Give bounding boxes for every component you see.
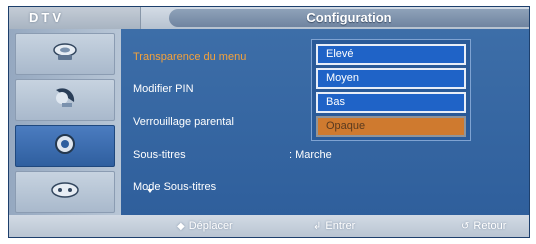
hint-move-label: Déplacer (188, 220, 233, 232)
hint-return-label: Retour (473, 220, 507, 232)
option-medium[interactable]: Moyen (316, 68, 466, 89)
hint-move: ◆ Déplacer (177, 220, 233, 232)
return-icon: ↺ (461, 220, 470, 232)
sidebar-item-satellite[interactable] (15, 33, 115, 75)
hint-return: ↺ Retour (461, 220, 506, 232)
menu-item-subtitle-mode[interactable]: Mode Sous-titres (133, 181, 216, 193)
source-tab: DTV (9, 7, 141, 29)
page-title: Configuration (306, 10, 392, 25)
scroll-down-icon (147, 189, 153, 193)
header-bar: DTV Configuration (9, 7, 529, 29)
menu-item-menu-transparency[interactable]: Transparence du menu (133, 51, 246, 63)
updown-arrows-icon: ◆ (177, 220, 185, 232)
gear-icon (51, 132, 79, 161)
enter-icon: ↲ (313, 220, 322, 232)
category-sidebar (9, 29, 121, 215)
option-low[interactable]: Bas (316, 92, 466, 113)
title-bar: Configuration (169, 9, 529, 27)
subtitles-value: : Marche (289, 149, 332, 161)
source-label: DTV (29, 10, 64, 25)
hint-enter-label: Entrer (325, 220, 356, 232)
option-high[interactable]: Elevé (316, 44, 466, 65)
menu-item-parental-lock[interactable]: Verrouillage parental (133, 116, 234, 128)
sidebar-item-network[interactable] (15, 171, 115, 213)
menu-item-change-pin[interactable]: Modifier PIN (133, 83, 194, 95)
sidebar-item-setup[interactable] (15, 125, 115, 167)
network-icon (49, 179, 81, 206)
tv-menu-window: DTV Configuration Transparence du menu M… (8, 6, 530, 238)
satellite-dish-icon (50, 41, 80, 68)
configuration-menu: Transparence du menu Modifier PIN Verrou… (121, 29, 529, 215)
transparency-dropdown: Elevé Moyen Bas Opaque (311, 39, 471, 141)
footer-hints: ◆ Déplacer ↲ Entrer ↺ Retour (9, 215, 529, 237)
sidebar-item-antenna[interactable] (15, 79, 115, 121)
antenna-icon (50, 86, 80, 115)
hint-enter: ↲ Entrer (313, 220, 355, 232)
menu-item-subtitles[interactable]: Sous-titres (133, 149, 186, 161)
option-opaque[interactable]: Opaque (316, 116, 466, 137)
